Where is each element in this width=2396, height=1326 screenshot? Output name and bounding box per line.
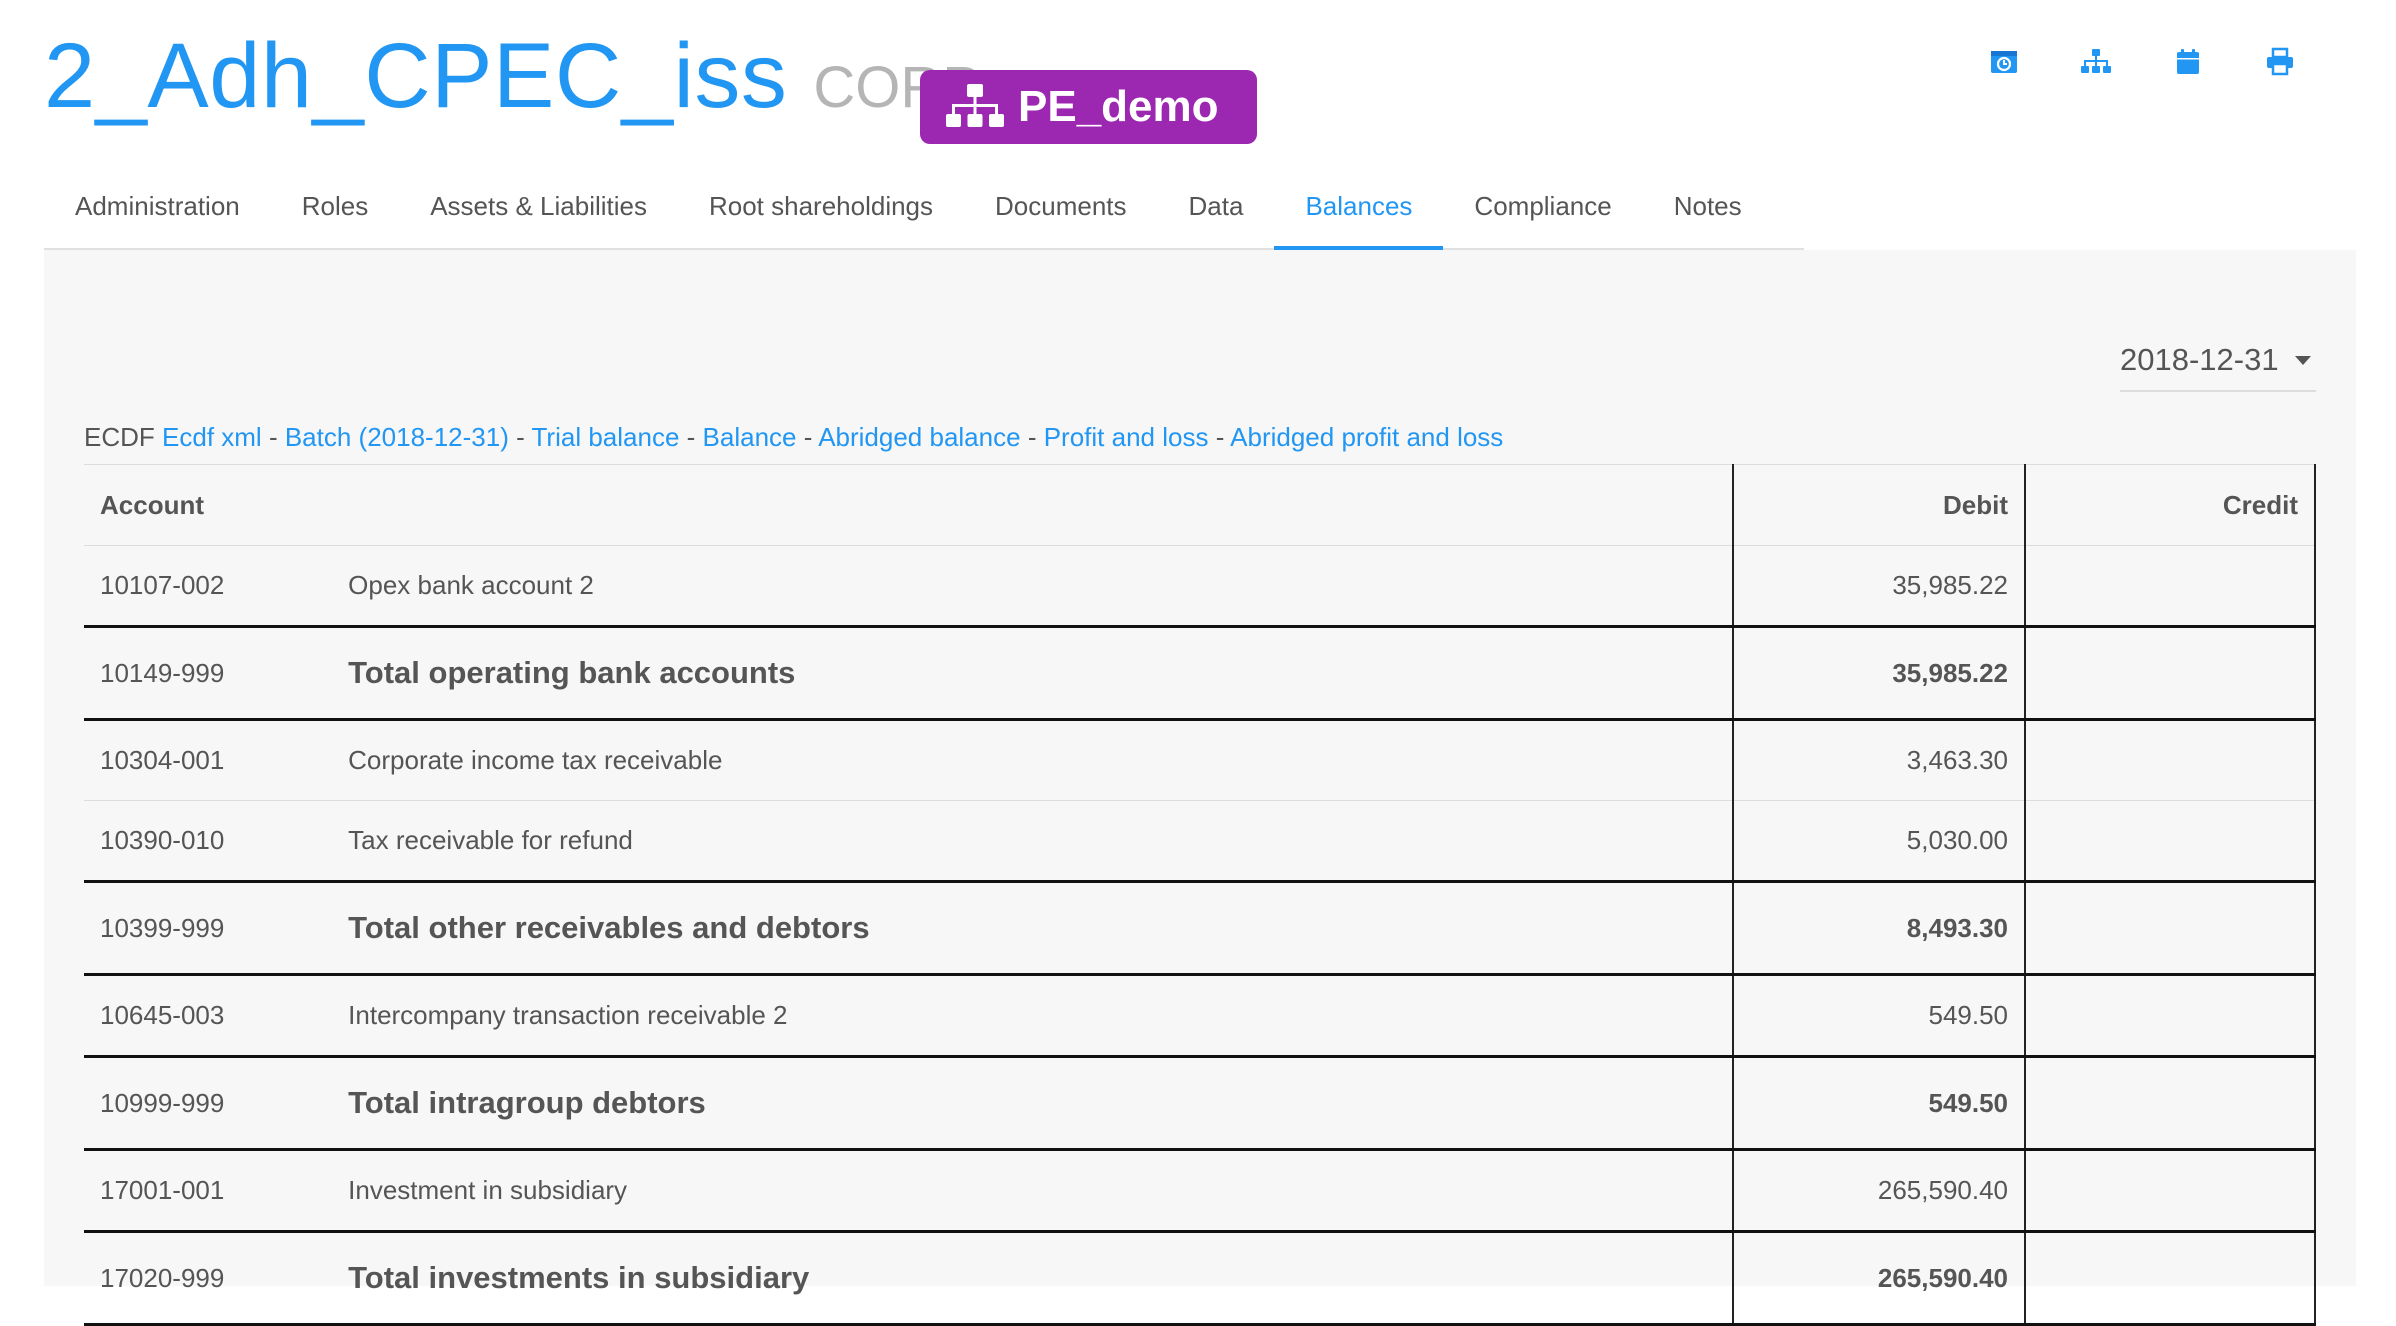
total-row: 10149-999 Total operating bank accounts … xyxy=(84,625,2316,721)
total-row: 10999-999 Total intragroup debtors 549.5… xyxy=(84,1055,2316,1151)
title-row: 2_Adh_CPEC_iss CORP xyxy=(44,30,981,122)
print-button[interactable] xyxy=(2234,42,2326,82)
account-description: Intercompany transaction receivable 2 xyxy=(348,974,1733,1057)
group-badge[interactable]: PE_demo xyxy=(920,70,1257,144)
tab-data[interactable]: Data xyxy=(1158,170,1275,248)
debit-column-header: Debit xyxy=(1731,464,2026,546)
structure-button[interactable] xyxy=(2050,42,2142,82)
date-select-value: 2018-12-31 xyxy=(2120,342,2279,377)
account-description: Opex bank account 2 xyxy=(348,545,1733,627)
ecdf-prefix: ECDF xyxy=(84,422,155,452)
toolbar xyxy=(1958,42,2326,82)
debit-cell: 265,590.40 xyxy=(1731,1230,2026,1326)
chevron-down-icon xyxy=(2294,355,2311,365)
entity-name: 2_Adh_CPEC_iss xyxy=(44,25,788,127)
calendar-icon xyxy=(2177,49,2199,74)
ecdf-separator: - xyxy=(1027,422,1044,452)
ecdf-separator: - xyxy=(803,422,819,452)
account-description: Investment in subsidiary xyxy=(348,1149,1733,1232)
tab-assets-liabilities[interactable]: Assets & Liabilities xyxy=(399,170,678,248)
credit-column-header: Credit xyxy=(2024,464,2316,546)
ecdf-separator: - xyxy=(1215,422,1231,452)
credit-cell xyxy=(2024,880,2316,976)
account-code: 10149-999 xyxy=(84,625,349,721)
page: 2_Adh_CPEC_iss CORP PE_demo Administrati… xyxy=(0,0,2396,1326)
ecdf-icon xyxy=(1991,51,2017,73)
ecdf-separator: - xyxy=(516,422,532,452)
calendar-button[interactable] xyxy=(2142,42,2234,82)
total-row: 17020-999 Total investments in subsidiar… xyxy=(84,1230,2316,1326)
tab-roles[interactable]: Roles xyxy=(271,170,399,248)
debit-cell: 5,030.00 xyxy=(1731,800,2026,882)
account-description: Total intragroup debtors xyxy=(348,1055,1733,1151)
account-code: 10390-010 xyxy=(84,800,349,882)
account-column-header: Account xyxy=(84,464,1733,546)
table-header-row: Account Debit Credit xyxy=(84,464,2316,546)
debit-cell: 35,985.22 xyxy=(1731,545,2026,627)
table-row: 10304-001 Corporate income tax receivabl… xyxy=(84,719,2316,801)
table-row: 10390-010 Tax receivable for refund 5,03… xyxy=(84,800,2316,882)
account-code: 17001-001 xyxy=(84,1149,349,1232)
account-code: 10645-003 xyxy=(84,974,349,1057)
debit-cell: 549.50 xyxy=(1731,1055,2026,1151)
account-code: 10304-001 xyxy=(84,719,349,801)
credit-cell xyxy=(2024,625,2316,721)
balance-link[interactable]: Balance xyxy=(703,422,797,452)
abridged-balance-link[interactable]: Abridged balance xyxy=(818,422,1020,452)
account-code: 17020-999 xyxy=(84,1230,349,1326)
sitemap-icon xyxy=(2081,49,2111,73)
ecdf-separator: - xyxy=(268,422,285,452)
ecdf-xml-link[interactable]: Ecdf xml xyxy=(162,422,262,452)
batch-link[interactable]: Batch (2018-12-31) xyxy=(285,422,509,452)
account-code: 10999-999 xyxy=(84,1055,349,1151)
tab-compliance[interactable]: Compliance xyxy=(1443,170,1642,248)
account-description: Total operating bank accounts xyxy=(348,625,1733,721)
account-description: Total other receivables and debtors xyxy=(348,880,1733,976)
ecdf-links: ECDF Ecdf xml - Batch (2018-12-31) - Tri… xyxy=(84,422,1503,453)
sitemap-icon xyxy=(946,84,1004,127)
debit-cell: 35,985.22 xyxy=(1731,625,2026,721)
profit-and-loss-link[interactable]: Profit and loss xyxy=(1044,422,1209,452)
credit-cell xyxy=(2024,1055,2316,1151)
account-description: Total investments in subsidiary xyxy=(348,1230,1733,1326)
tab-notes[interactable]: Notes xyxy=(1643,170,1773,248)
debit-cell: 549.50 xyxy=(1731,974,2026,1057)
tab-root-shareholdings[interactable]: Root shareholdings xyxy=(678,170,964,248)
account-description: Tax receivable for refund xyxy=(348,800,1733,882)
credit-cell xyxy=(2024,719,2316,801)
table-row: 10645-003 Intercompany transaction recei… xyxy=(84,974,2316,1057)
table-row: 17001-001 Investment in subsidiary 265,5… xyxy=(84,1149,2316,1232)
account-code: 10399-999 xyxy=(84,880,349,976)
credit-cell xyxy=(2024,974,2316,1057)
table-row: 10107-002 Opex bank account 2 35,985.22 xyxy=(84,545,2316,627)
trial-balance-link[interactable]: Trial balance xyxy=(532,422,680,452)
tab-documents[interactable]: Documents xyxy=(964,170,1158,248)
debit-cell: 8,493.30 xyxy=(1731,880,2026,976)
abridged-profit-and-loss-link[interactable]: Abridged profit and loss xyxy=(1230,422,1503,452)
tab-balances[interactable]: Balances xyxy=(1274,170,1444,250)
credit-cell xyxy=(2024,1149,2316,1232)
ecdf-button[interactable] xyxy=(1958,42,2050,82)
debit-cell: 265,590.40 xyxy=(1731,1149,2026,1232)
tab-bar: Administration Roles Assets & Liabilitie… xyxy=(44,170,1804,250)
account-code: 10107-002 xyxy=(84,545,349,627)
total-row: 10399-999 Total other receivables and de… xyxy=(84,880,2316,976)
balances-panel: 2018-12-31 ECDF Ecdf xml - Batch (2018-1… xyxy=(44,250,2356,1326)
credit-cell xyxy=(2024,1230,2316,1326)
debit-cell: 3,463.30 xyxy=(1731,719,2026,801)
credit-cell xyxy=(2024,545,2316,627)
date-select[interactable]: 2018-12-31 xyxy=(2120,330,2316,392)
group-badge-label: PE_demo xyxy=(1018,82,1219,131)
account-description: Corporate income tax receivable xyxy=(348,719,1733,801)
balance-table: Account Debit Credit 10107-002 Opex bank… xyxy=(84,464,2316,1326)
print-icon xyxy=(2267,47,2293,76)
tab-administration[interactable]: Administration xyxy=(44,170,271,248)
ecdf-separator: - xyxy=(686,422,703,452)
credit-cell xyxy=(2024,800,2316,882)
